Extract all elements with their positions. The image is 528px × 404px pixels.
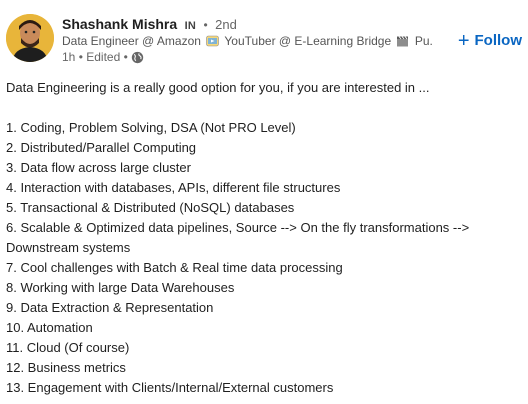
list-item: 13. Engagement with Clients/Internal/Ext… bbox=[6, 380, 334, 395]
headline-part-3: Pu... bbox=[414, 34, 432, 48]
list-item: 2. Distributed/Parallel Computing bbox=[6, 140, 197, 155]
list-item: 8. Working with large Data Warehouses bbox=[6, 280, 235, 295]
list-item: 3. Data flow across large cluster bbox=[6, 160, 191, 175]
post-header: Shashank Mishra IN • 2nd Data Engineer @… bbox=[6, 14, 522, 70]
follow-label: Follow bbox=[474, 32, 523, 49]
author-meta: Shashank Mishra IN • 2nd Data Engineer @… bbox=[62, 14, 432, 65]
list-item: 11. Cloud (Of course) bbox=[6, 340, 130, 355]
separator-dot: • bbox=[123, 50, 128, 64]
list-item: 12. Business metrics bbox=[6, 360, 126, 375]
post-time-row: 1h • Edited • bbox=[62, 49, 432, 65]
linkedin-post: Shashank Mishra IN • 2nd Data Engineer @… bbox=[0, 0, 528, 404]
globe-icon[interactable] bbox=[131, 51, 144, 64]
list-item: 7. Cool challenges with Batch & Real tim… bbox=[6, 260, 343, 275]
name-row: Shashank Mishra IN • 2nd bbox=[62, 14, 432, 34]
post-intro: Data Engineering is a really good option… bbox=[6, 80, 430, 95]
avatar-photo bbox=[6, 14, 54, 62]
list-item: 5. Transactional & Distributed (NoSQL) d… bbox=[6, 200, 295, 215]
separator-dot: • bbox=[78, 50, 83, 64]
list-item: 9. Data Extraction & Representation bbox=[6, 300, 214, 315]
post-body: Data Engineering is a really good option… bbox=[6, 78, 522, 398]
plus-icon: + bbox=[457, 29, 470, 52]
list-item: 1. Coding, Problem Solving, DSA (Not PRO… bbox=[6, 120, 296, 135]
author-headline: Data Engineer @ Amazon YouTuber @ E-Lear… bbox=[62, 34, 432, 49]
headline-part-2: YouTuber @ E-Learning Bridge bbox=[224, 34, 392, 48]
youtube-emoji-icon bbox=[206, 35, 220, 47]
headline-part-1: Data Engineer @ Amazon bbox=[62, 34, 201, 48]
linkedin-badge: IN bbox=[184, 20, 197, 32]
clapper-board-emoji-icon bbox=[396, 35, 409, 47]
avatar[interactable] bbox=[6, 14, 54, 62]
list-item: 4. Interaction with databases, APIs, dif… bbox=[6, 180, 341, 195]
list-item: 10. Automation bbox=[6, 320, 93, 335]
list-item: 6. Scalable & Optimized data pipelines, … bbox=[6, 220, 470, 255]
edited-label: Edited bbox=[86, 50, 121, 64]
follow-button[interactable]: + Follow bbox=[457, 29, 523, 52]
connection-degree: 2nd bbox=[215, 17, 237, 32]
author-name[interactable]: Shashank Mishra bbox=[62, 16, 177, 32]
separator-dot: • bbox=[203, 18, 208, 32]
post-time: 1h bbox=[62, 50, 76, 64]
